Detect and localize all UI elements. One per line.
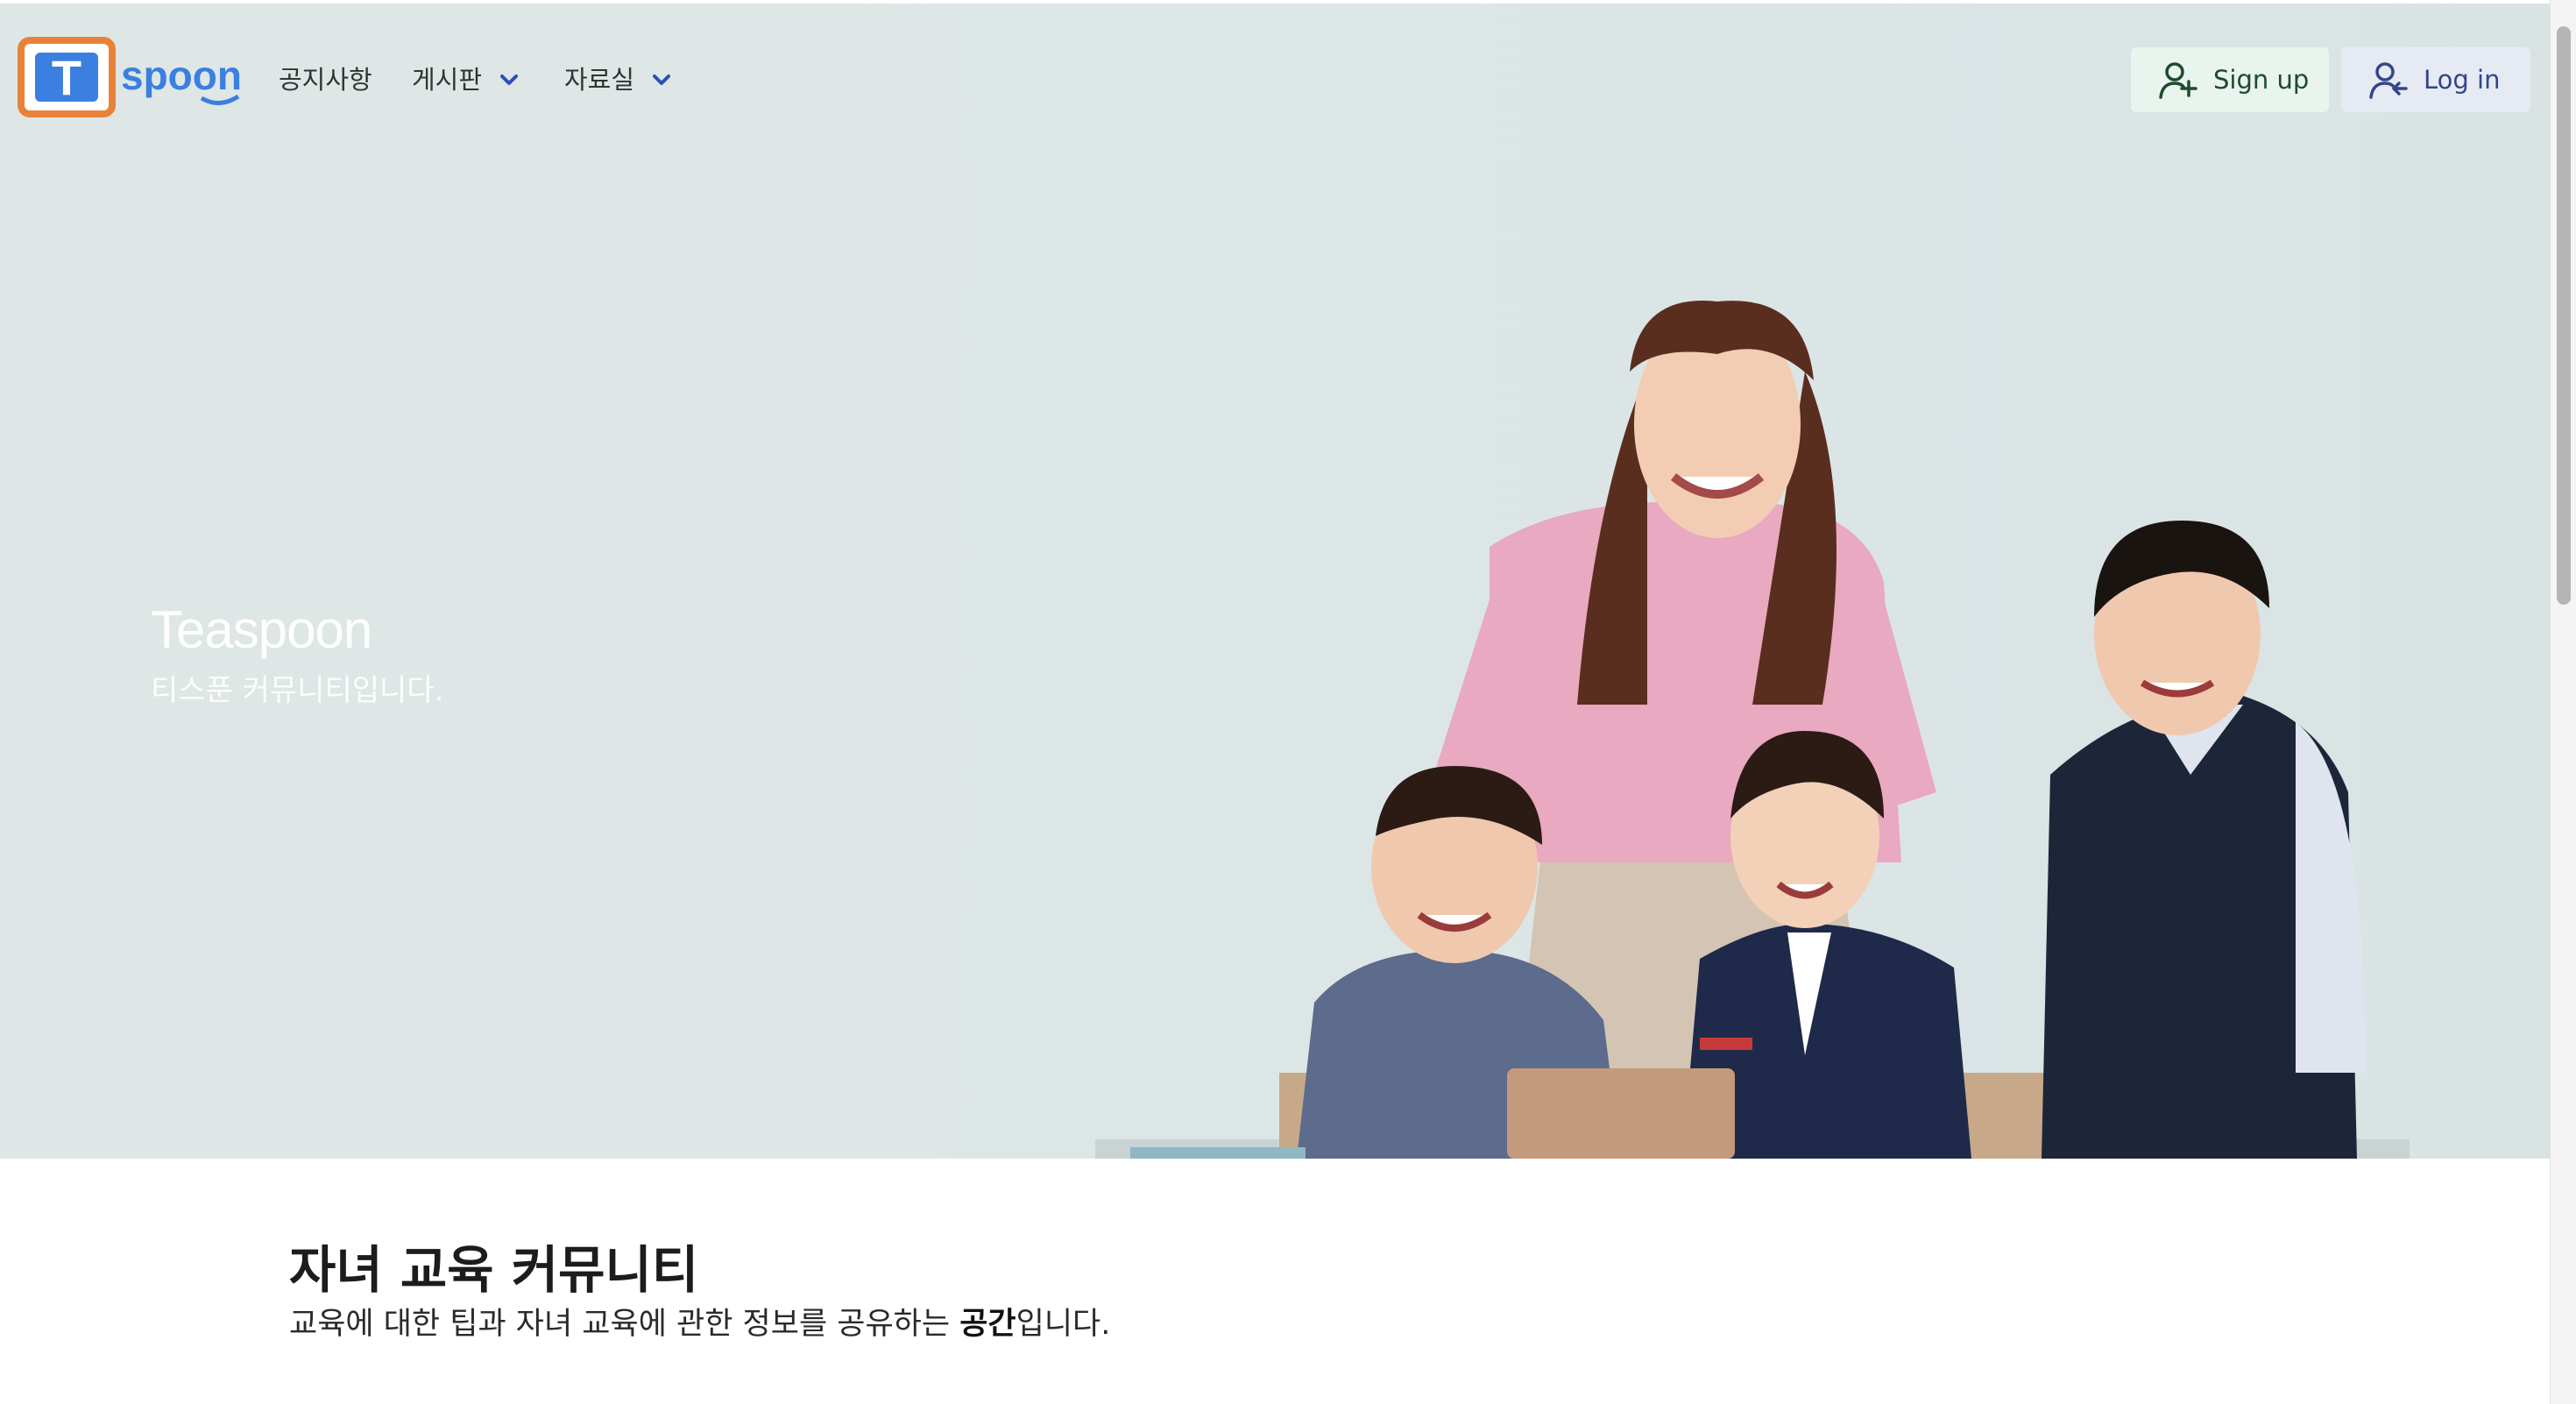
signup-label: Sign up <box>2213 65 2310 95</box>
person-login-icon <box>2369 62 2408 99</box>
navbar: T spoon 공지사항 게시판 자료실 Sign up Log in <box>0 4 2550 152</box>
intro-section: 자녀 교육 커뮤니티 교육에 대한 팁과 자녀 교육에 관한 정보를 공유하는 … <box>0 1159 2550 1404</box>
nav-notice-label: 공지사항 <box>279 65 372 95</box>
scrollbar-thumb[interactable] <box>2557 26 2571 605</box>
nav-board-dropdown[interactable]: 게시판 <box>412 58 522 102</box>
intro-text-bold: 공간 <box>959 1307 1016 1342</box>
hero-subtitle: 티스푼 커뮤니티입니다. <box>151 673 444 708</box>
login-button[interactable]: Log in <box>2341 47 2530 112</box>
intro-text-before: 교육에 대한 팁과 자녀 교육에 관한 정보를 공유하는 <box>289 1307 960 1342</box>
page: Teaspoon 티스푼 커뮤니티입니다. T spoon 공지사항 게시판 자… <box>0 0 2576 1404</box>
intro-text: 교육에 대한 팁과 자녀 교육에 관한 정보를 공유하는 공간입니다. <box>289 1299 1110 1344</box>
intro-heading: 자녀 교육 커뮤니티 <box>289 1240 699 1300</box>
vertical-scrollbar[interactable] <box>2550 0 2576 1404</box>
hero-banner: Teaspoon 티스푼 커뮤니티입니다. <box>0 4 2550 1159</box>
hero-photo <box>1095 301 2410 1159</box>
boy-right-figure <box>2042 521 2366 1159</box>
nav-archive-label: 자료실 <box>564 65 635 95</box>
teaspoon-logo[interactable]: T spoon <box>18 35 247 123</box>
signup-button[interactable]: Sign up <box>2131 47 2329 112</box>
chevron-down-icon <box>500 74 519 85</box>
nav-notice[interactable]: 공지사항 <box>279 58 372 102</box>
intro-text-after: 입니다. <box>1016 1307 1111 1342</box>
nav-archive-dropdown[interactable]: 자료실 <box>564 58 675 102</box>
logo-letter: T <box>52 50 81 105</box>
nav-board-label: 게시판 <box>412 65 483 95</box>
chevron-down-icon <box>653 74 671 85</box>
person-add-icon <box>2159 62 2197 99</box>
hero-title: Teaspoon <box>151 600 372 659</box>
logo-text: spoon <box>121 53 242 98</box>
login-label: Log in <box>2424 65 2501 95</box>
